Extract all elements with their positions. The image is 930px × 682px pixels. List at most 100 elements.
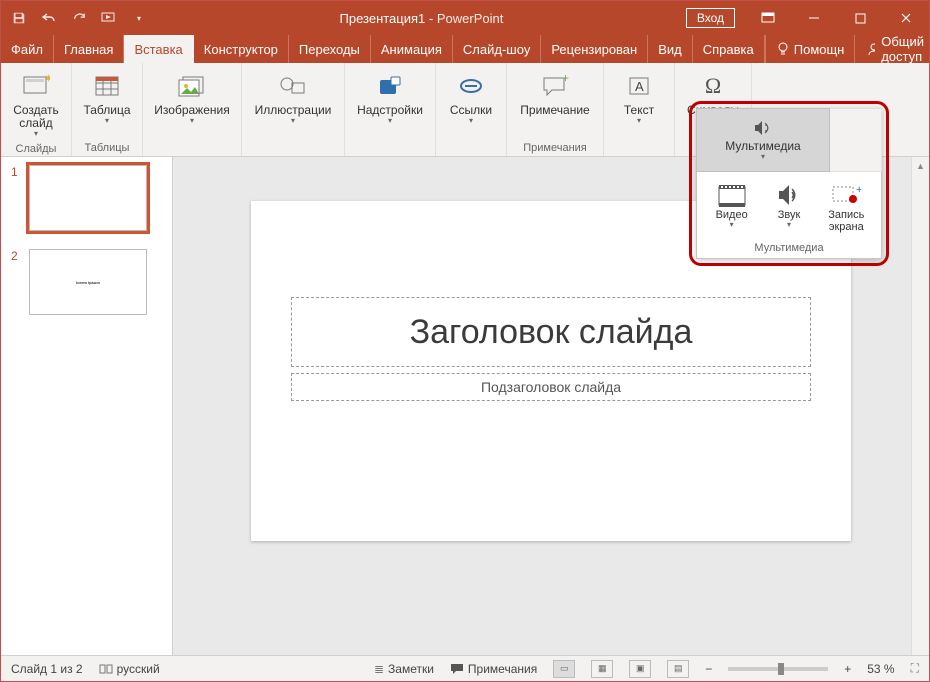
- ribbon-display-options-icon[interactable]: [745, 1, 791, 35]
- comment-label: Примечание: [520, 104, 589, 117]
- addins-button[interactable]: Надстройки ▾: [351, 67, 429, 128]
- start-from-beginning-icon[interactable]: [101, 10, 117, 26]
- quick-access-toolbar: ▾: [1, 10, 157, 26]
- text-button[interactable]: A Текст ▾: [610, 67, 668, 128]
- notes-button[interactable]: ≣ Заметки: [374, 662, 434, 676]
- speaker-icon: [753, 119, 773, 137]
- link-icon: [455, 70, 487, 102]
- addins-icon: [374, 70, 406, 102]
- svg-text:A: A: [635, 79, 644, 94]
- notes-label: Заметки: [388, 662, 434, 676]
- tab-animations[interactable]: Анимация: [371, 35, 453, 63]
- svg-text:✷: ✷: [44, 74, 50, 85]
- comment-button[interactable]: + Примечание: [513, 67, 597, 120]
- undo-icon[interactable]: [41, 10, 57, 26]
- insert-video-button[interactable]: Видео ▾: [704, 180, 760, 232]
- share-button[interactable]: Общий доступ: [854, 35, 930, 63]
- close-button[interactable]: [883, 1, 929, 35]
- svg-text:+: +: [856, 184, 861, 196]
- table-icon: [91, 70, 123, 102]
- title-placeholder[interactable]: Заголовок слайда: [291, 297, 811, 367]
- tab-insert[interactable]: Вставка: [124, 35, 193, 63]
- text-box-icon: A: [623, 70, 655, 102]
- group-illustrations: Иллюстрации ▾: [242, 63, 345, 156]
- svg-text:+: +: [562, 75, 569, 85]
- new-slide-button[interactable]: ✷ Создать слайд ▾: [7, 67, 65, 141]
- dropdown-caret-icon: ▾: [787, 220, 791, 229]
- window-controls: Вход: [686, 1, 929, 35]
- normal-view-button[interactable]: ▭: [553, 660, 575, 678]
- group-tables: Таблица ▾ Таблицы: [72, 63, 143, 156]
- tell-me-box[interactable]: Помощн: [765, 35, 855, 63]
- multimedia-label: Мультимедиа: [725, 139, 800, 153]
- tab-view[interactable]: Вид: [648, 35, 693, 63]
- vertical-scrollbar[interactable]: ▲: [911, 157, 929, 655]
- tab-transitions[interactable]: Переходы: [289, 35, 371, 63]
- slide-thumbnails-panel: 1 2 lorem ipsum: [1, 157, 173, 655]
- scroll-up-icon[interactable]: ▲: [912, 157, 929, 175]
- zoom-level[interactable]: 53 %: [867, 662, 894, 676]
- dropdown-caret-icon: ▾: [34, 129, 38, 138]
- multimedia-callout: Мультимедиа ▾ Видео ▾: [689, 101, 889, 266]
- qat-customize-icon[interactable]: ▾: [131, 10, 147, 26]
- slide-thumbnail-2[interactable]: lorem ipsum: [29, 249, 147, 315]
- insert-audio-button[interactable]: Звук ▾: [761, 180, 817, 232]
- comments-button[interactable]: Примечания: [450, 662, 537, 676]
- document-name: Презентация1: [340, 11, 426, 26]
- group-slides: ✷ Создать слайд ▾ Слайды: [1, 63, 72, 156]
- new-slide-icon: ✷: [20, 70, 52, 102]
- reading-view-button[interactable]: ▣: [629, 660, 651, 678]
- comment-icon: +: [539, 70, 571, 102]
- comment-icon: [450, 663, 464, 675]
- sign-in-button[interactable]: Вход: [686, 8, 735, 28]
- app-name: PowerPoint: [437, 11, 503, 26]
- dropdown-caret-icon: ▾: [469, 116, 473, 125]
- zoom-out-button[interactable]: −: [705, 662, 712, 676]
- group-comments: + Примечание Примечания: [507, 63, 604, 156]
- dropdown-caret-icon: ▾: [637, 116, 641, 125]
- screen-recording-button[interactable]: + Запись экрана: [818, 180, 874, 236]
- tab-help[interactable]: Справка: [693, 35, 765, 63]
- zoom-in-button[interactable]: +: [844, 662, 851, 676]
- minimize-button[interactable]: [791, 1, 837, 35]
- tell-me-label: Помощн: [794, 42, 845, 57]
- group-text: A Текст ▾: [604, 63, 675, 156]
- tab-review[interactable]: Рецензирован: [541, 35, 648, 63]
- maximize-button[interactable]: [837, 1, 883, 35]
- audio-icon: [776, 183, 802, 207]
- table-button[interactable]: Таблица ▾: [78, 67, 136, 128]
- slideshow-view-button[interactable]: ▤: [667, 660, 689, 678]
- lightbulb-icon: [776, 42, 790, 56]
- save-icon[interactable]: [11, 10, 27, 26]
- images-button[interactable]: Изображения ▾: [149, 67, 235, 128]
- dropdown-caret-icon: ▾: [190, 116, 194, 125]
- slide-counter[interactable]: Слайд 1 из 2: [11, 662, 83, 676]
- tab-slideshow[interactable]: Слайд-шоу: [453, 35, 541, 63]
- dropdown-caret-icon: ▾: [105, 116, 109, 125]
- links-button[interactable]: Ссылки ▾: [442, 67, 500, 128]
- screen-recording-label: Запись экрана: [828, 209, 864, 233]
- illustrations-button[interactable]: Иллюстрации ▾: [248, 67, 338, 128]
- language-indicator[interactable]: русский: [99, 662, 160, 676]
- fit-to-window-button[interactable]: ⛶: [911, 661, 919, 676]
- shapes-icon: [277, 70, 309, 102]
- omega-icon: Ω: [697, 70, 729, 102]
- zoom-slider[interactable]: [728, 667, 828, 671]
- slide-sorter-view-button[interactable]: ▦: [591, 660, 613, 678]
- window-title: Презентация1 - PowerPoint: [157, 11, 686, 26]
- group-tables-label: Таблицы: [85, 140, 130, 154]
- title-bar: ▾ Презентация1 - PowerPoint Вход: [1, 1, 929, 35]
- tab-design[interactable]: Конструктор: [194, 35, 289, 63]
- redo-icon[interactable]: [71, 10, 87, 26]
- ribbon-tabs: Файл Главная Вставка Конструктор Переход…: [1, 35, 929, 63]
- slide-thumbnail-1[interactable]: [29, 165, 147, 231]
- tab-file[interactable]: Файл: [1, 35, 54, 63]
- group-links: Ссылки ▾: [436, 63, 507, 156]
- multimedia-button[interactable]: Мультимедиа ▾: [696, 108, 830, 172]
- notes-icon: ≣: [374, 662, 384, 676]
- subtitle-placeholder[interactable]: Подзаголовок слайда: [291, 373, 811, 401]
- ribbon-empty-space: [830, 108, 882, 172]
- multimedia-dropdown: Видео ▾ Звук ▾ + Запись экр: [696, 172, 882, 259]
- thumb-number: 1: [11, 165, 21, 231]
- tab-home[interactable]: Главная: [54, 35, 124, 63]
